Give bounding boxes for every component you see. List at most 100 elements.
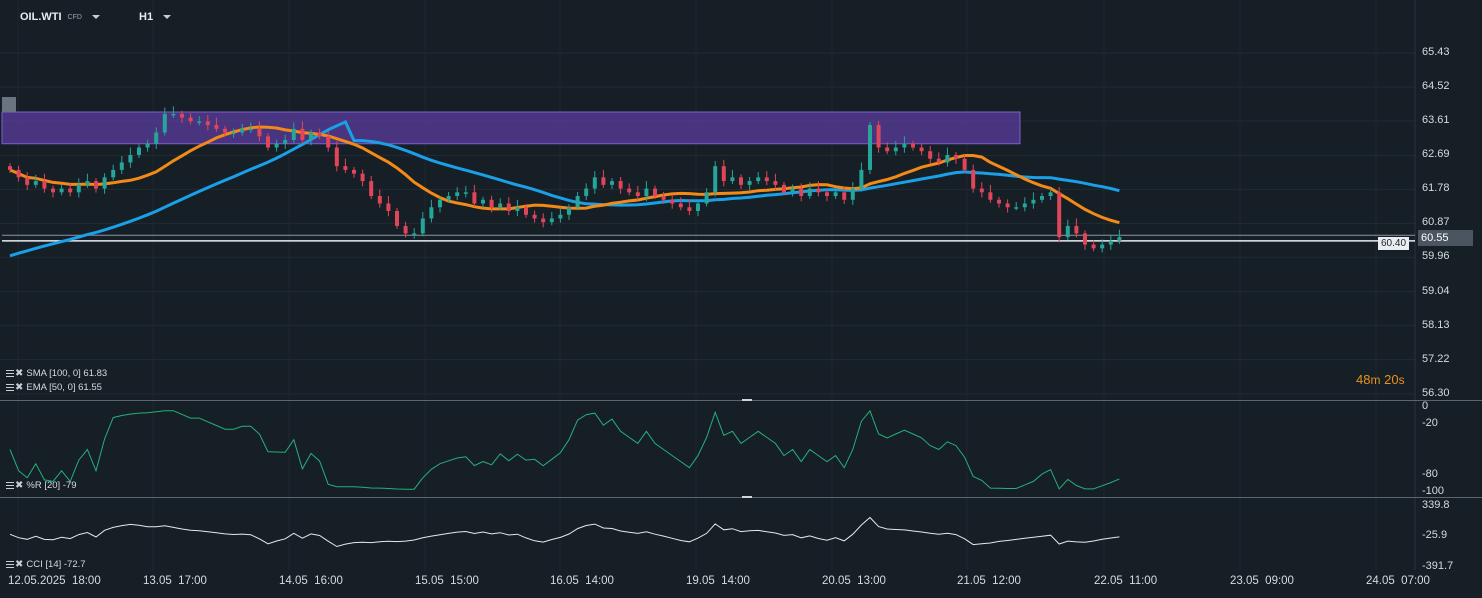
candle-body [386,203,391,211]
candle-body [739,177,743,185]
indicator-sma: ✖ SMA [100, 0] 61.83 [6,368,107,379]
indicator-wr: ✖ %R [20] -79 [6,480,77,491]
candle-body [266,136,270,148]
indicator-sma-label: SMA [100, 0] 61.83 [26,368,108,379]
indicator-cci-label: CCI [14] -72.7 [26,559,86,570]
time-axis-label: 22.05 11:00 [1094,575,1158,587]
candle-body [420,218,425,234]
candle-body [782,184,786,193]
candle-body [850,188,855,200]
time-axis-label: 12.05.2025 18:00 [8,575,101,587]
candle-body [343,166,348,170]
candle-body [1014,207,1019,209]
time-axis-label: 14.05 16:00 [279,575,343,587]
candle-body [403,225,408,234]
candle-body [1048,192,1053,197]
candle-body [51,188,55,193]
candle-body [885,147,890,152]
candle-body [524,207,528,215]
close-icon[interactable]: ✖ [15,382,23,392]
candle-body [893,147,898,152]
pane-resize-handle[interactable] [742,496,752,498]
candle-body [799,188,804,197]
cci-axis-label: 339.8 [1422,499,1450,511]
time-axis-label: 23.05 09:00 [1230,575,1294,587]
candle-body [395,210,399,226]
candle-body [979,188,984,193]
indicator-ema: ✖ EMA [50, 0] 61.55 [6,382,102,393]
candle-body [1031,199,1036,204]
candle-body [764,177,769,182]
candle-body [696,203,700,211]
candle-body [713,166,718,193]
current-price-tag: 60.55 [1418,230,1473,246]
candle-body [291,128,296,141]
candle-body [455,192,460,197]
candle-body [180,113,184,118]
candle-body [128,154,133,163]
price-axis-label: 63.61 [1422,113,1450,126]
close-icon[interactable]: ✖ [15,368,23,378]
chart-corner-handle[interactable] [2,97,16,112]
candle-body [489,199,494,208]
menu-icon[interactable] [6,561,14,568]
horizontal-lines [2,234,1415,242]
wr-axis-label: 0 [1422,400,1429,412]
candle-body [334,147,339,167]
candle-body [326,136,331,148]
menu-icon[interactable] [6,370,14,377]
candle-body [911,143,915,148]
candle-body [971,169,976,189]
price-axis-label: 59.96 [1422,250,1450,263]
candle-body [8,166,12,170]
candle-body [567,207,571,215]
candle-body [773,181,778,185]
close-icon[interactable]: ✖ [15,559,23,569]
symbol-selector[interactable]: OIL.WTI CFD [20,11,100,23]
line-price-tag: 60.40 [1378,237,1410,250]
candle-body [171,113,176,116]
pane-resize-handle[interactable] [742,399,752,401]
candle-body [154,132,159,144]
timeframe-selector[interactable]: H1 [139,11,172,23]
candle-body [945,154,950,163]
candle-body [558,214,563,219]
candle-body [162,113,167,133]
candle-body [1108,240,1113,245]
candle-body [1057,192,1062,238]
pane-divider [0,497,1482,498]
candle-body [876,125,881,148]
candle-body [635,192,640,197]
candle-body [360,173,365,182]
symbol-name: OIL.WTI [20,11,62,23]
candle-body [1100,244,1105,249]
close-icon[interactable]: ✖ [15,480,23,490]
candle-body [257,128,262,137]
price-axis-label: 58.13 [1422,318,1450,331]
candle-body [85,181,90,185]
wr-line [9,409,1120,490]
countdown-m-unit: m [1370,373,1381,387]
countdown-s-unit: s [1398,373,1405,387]
pane-divider [0,400,1482,401]
countdown-seconds: 20 [1384,372,1399,387]
candle-body [1117,237,1122,241]
candle-body [653,188,657,197]
candle-body [1040,196,1044,200]
candle-body [498,203,503,208]
menu-icon[interactable] [6,384,14,391]
price-axis-label: 64.52 [1422,79,1450,92]
chevron-down-icon [163,15,172,19]
candle-body [506,203,511,211]
candle-body [670,199,675,204]
time-axis-label: 19.05 14:00 [686,575,750,587]
candle-body [532,214,537,219]
menu-icon[interactable] [6,482,14,489]
candle-body [825,192,829,197]
candle-body [816,188,821,193]
price-axis-label: 60.87 [1422,216,1450,229]
candle-body [240,128,245,133]
timeframe-value: H1 [139,11,154,23]
price-chart[interactable] [0,0,1482,598]
candle-body [42,181,47,189]
